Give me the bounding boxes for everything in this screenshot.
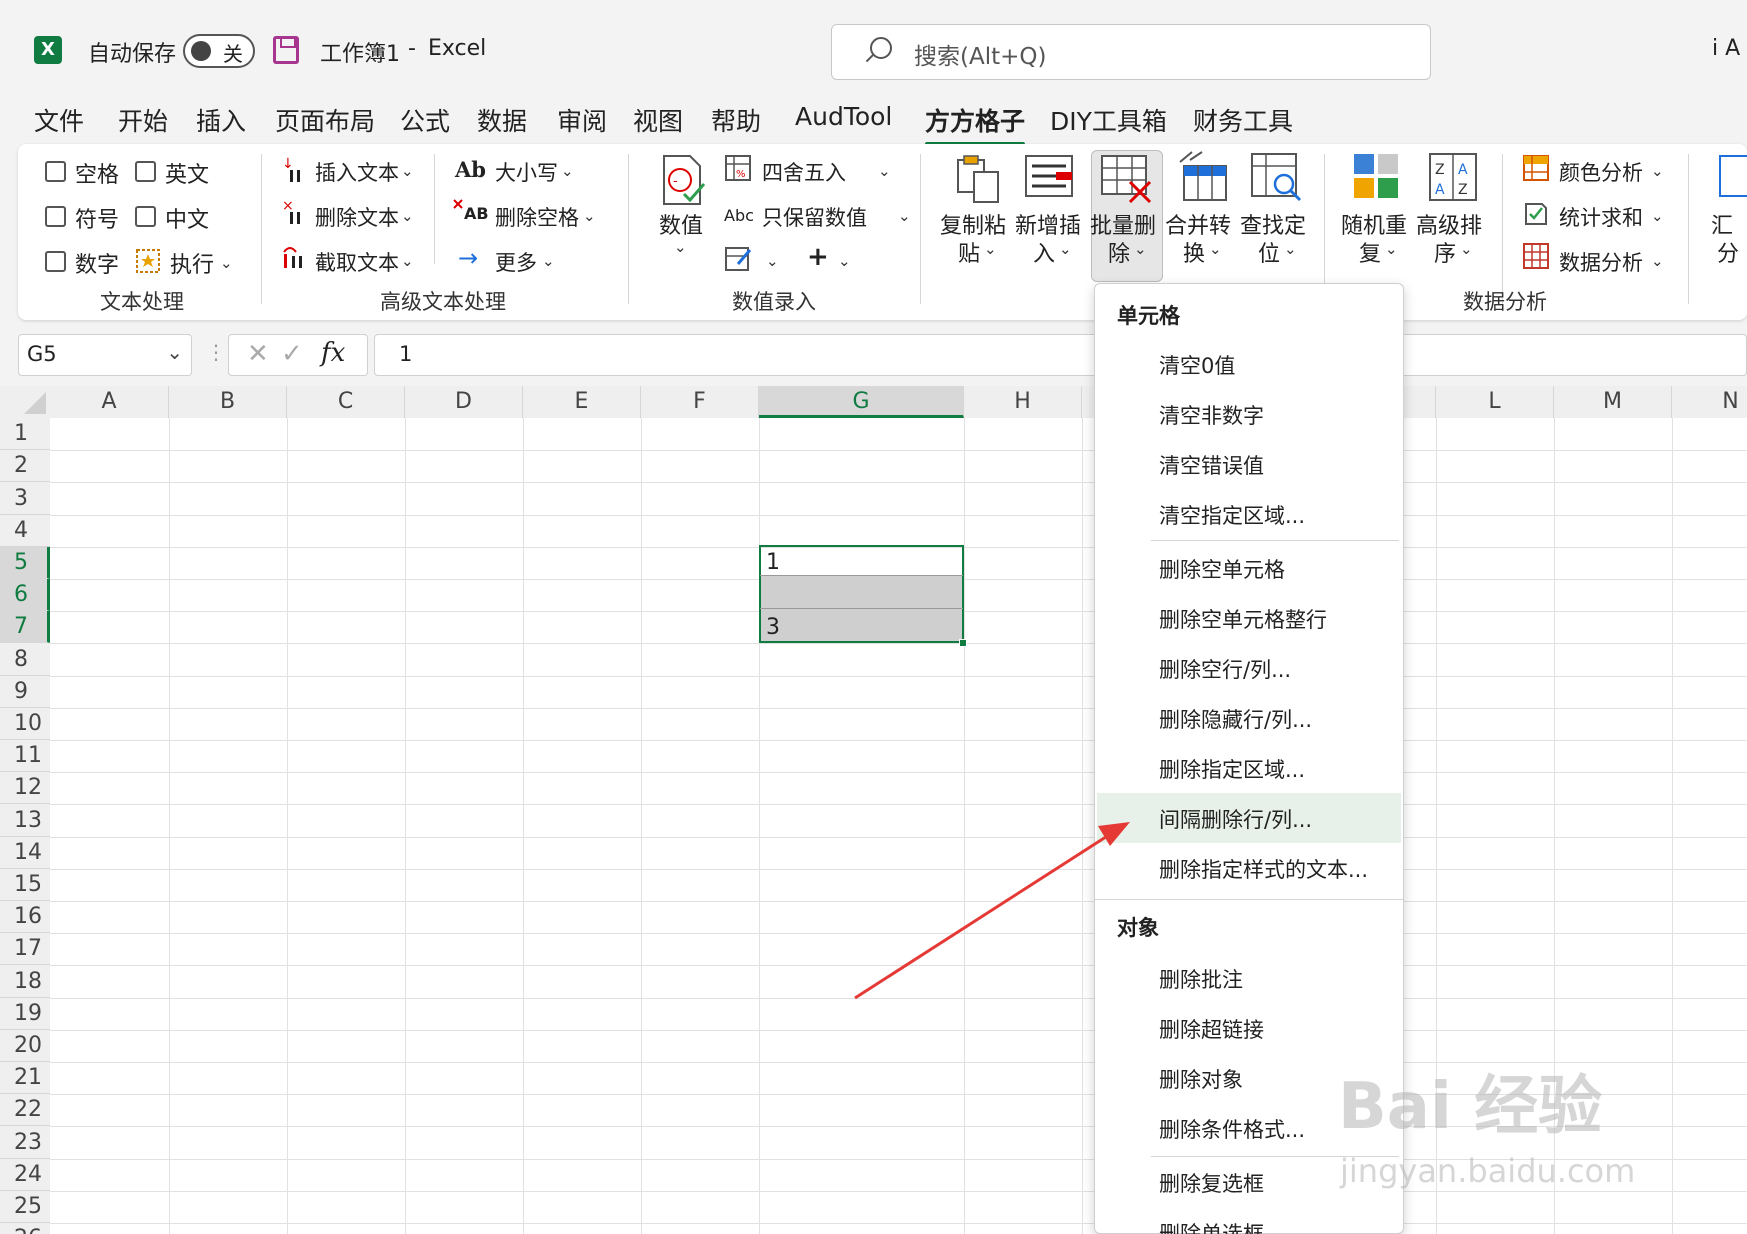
annotation-arrow [854,822,1130,1000]
baidu-watermark-url: jingyan.baidu.com [1340,1152,1636,1190]
baidu-watermark: Bai 经验 [1338,1070,1603,1144]
excel-window: X 自动保存 关 工作簿1 - Excel 搜索(Alt+Q) i A 文件 开… [0,0,1747,1234]
